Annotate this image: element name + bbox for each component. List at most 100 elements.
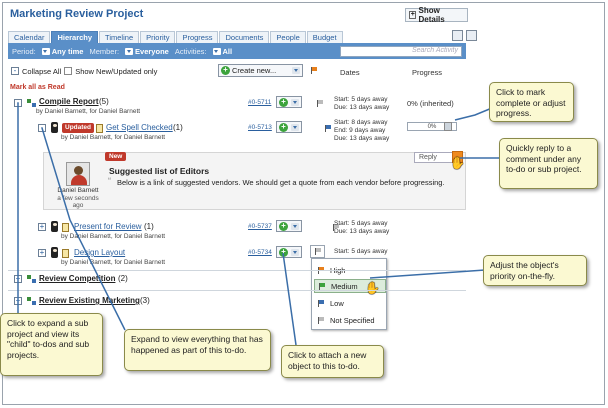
medium-flag-icon <box>319 282 325 290</box>
collapse-icon: - <box>11 67 19 75</box>
item-name[interactable]: Present for Review <box>74 222 142 231</box>
show-details-button[interactable]: + Show Details <box>405 6 468 24</box>
collapse-all-control[interactable]: - Collapse All Show New/Updated only <box>11 67 157 76</box>
tab-people[interactable]: People <box>270 31 306 43</box>
tab-progress[interactable]: Progress <box>176 31 219 43</box>
priority-flag-icon[interactable] <box>317 100 323 107</box>
add-icon: + <box>279 221 288 231</box>
item-name[interactable]: Compile Report <box>39 97 99 106</box>
item-progress: 0% (inherited) <box>407 99 454 108</box>
add-icon: + <box>279 122 288 132</box>
expand-toggle[interactable]: + <box>14 275 22 283</box>
member-select[interactable]: Everyone <box>125 47 169 56</box>
comment-body: Below is a link of suggested vendors. We… <box>117 178 445 187</box>
start-date: Start: 5 days away <box>334 96 388 103</box>
comment-time: a few seconds ago <box>57 195 99 209</box>
priority-flag-icon[interactable] <box>325 125 332 132</box>
person-icon <box>51 122 58 133</box>
item-id-link[interactable]: #0-5711 <box>248 99 271 106</box>
activities-value: All <box>222 46 233 56</box>
option-label: Low <box>330 298 344 308</box>
item-id-link[interactable]: #0-5737 <box>248 223 272 230</box>
tab-documents[interactable]: Documents <box>219 31 270 43</box>
mark-all-read-link[interactable]: Mark all as Read <box>10 84 65 91</box>
member-value: Everyone <box>135 46 169 56</box>
tab-calendar[interactable]: Calendar <box>8 31 51 43</box>
callout-progress: Click to mark complete or adjust progres… <box>489 82 574 122</box>
tab-budget[interactable]: Budget <box>306 31 343 43</box>
show-new-checkbox[interactable] <box>64 67 73 75</box>
priority-option-low[interactable]: Low <box>314 296 386 310</box>
expand-toggle[interactable]: + <box>14 297 22 305</box>
period-select[interactable]: Any time <box>41 46 84 56</box>
print-icon[interactable] <box>466 30 477 41</box>
page-title: Marketing Review Project <box>10 8 144 20</box>
view-icons <box>452 30 477 41</box>
item-dates: Start: 5 days away Due: 13 days away <box>334 220 389 236</box>
item-byline: by Daniel Barnett, for Daniel Barnett <box>61 259 166 266</box>
period-label: Period: <box>12 46 36 56</box>
item-count: (5) <box>99 97 109 106</box>
subproject-icon <box>27 297 36 305</box>
document-icon <box>62 223 69 232</box>
expand-toggle[interactable]: - <box>38 124 46 132</box>
attach-button[interactable]: + <box>276 220 302 232</box>
item-byline: by Daniel Barnett, for Daniel Barnett <box>61 134 166 141</box>
attach-button[interactable]: + <box>276 246 302 258</box>
add-icon: + <box>279 97 288 107</box>
attach-button[interactable]: + <box>276 96 302 108</box>
option-label: Not Specified <box>330 315 375 325</box>
expand-toggle[interactable]: - <box>14 99 22 107</box>
activities-select[interactable]: All <box>212 46 233 56</box>
period-value: Any time <box>51 46 84 56</box>
item-name[interactable]: Review Competition <box>39 274 115 283</box>
tab-timeline[interactable]: Timeline <box>99 31 140 43</box>
dropdown-arrow-icon <box>291 123 299 131</box>
person-icon <box>51 247 58 258</box>
tab-bar: Calendar Hierarchy Timeline Priority Pro… <box>8 31 343 43</box>
item-id-link[interactable]: #0-5734 <box>248 249 272 256</box>
list-toolbar: - Collapse All Show New/Updated only + C… <box>8 63 466 79</box>
priority-option-not-specified[interactable]: Not Specified <box>314 313 386 327</box>
progress-handle[interactable] <box>444 122 452 131</box>
dropdown-arrow-icon <box>41 47 50 55</box>
item-name[interactable]: Review Existing Marketing <box>39 296 140 305</box>
show-details-label: Show Details <box>418 6 445 24</box>
hand-cursor-icon: ✋ <box>450 156 465 170</box>
reply-input[interactable]: Reply <box>414 152 454 163</box>
dropdown-arrow-icon <box>291 98 299 106</box>
comment-subject: Suggested list of Editors <box>109 166 210 176</box>
subproject-icon <box>27 99 36 107</box>
progress-header: Progress <box>412 68 443 77</box>
expand-toggle[interactable]: + <box>38 223 46 231</box>
none-flag-icon <box>318 316 324 324</box>
activities-label: Activities: <box>174 46 207 56</box>
expand-toggle[interactable]: + <box>38 249 46 257</box>
dropdown-arrow-icon <box>292 67 300 74</box>
tab-priority[interactable]: Priority <box>140 31 176 43</box>
callout-expand-subproject: Click to expand a sub project and view i… <box>0 313 103 376</box>
fullscreen-icon[interactable] <box>452 30 463 41</box>
hand-cursor-icon: ✋ <box>365 281 380 295</box>
create-new-label: Create new... <box>232 66 277 75</box>
item-name[interactable]: Get Spell Checked <box>106 123 173 132</box>
dates-header: Dates <box>340 68 360 77</box>
attach-button[interactable]: + <box>276 121 302 133</box>
item-name[interactable]: Design Layout <box>74 248 125 257</box>
dropdown-arrow-icon <box>125 47 134 55</box>
search-input[interactable]: Search Activity <box>340 45 462 57</box>
item-id-link[interactable]: #0-5713 <box>248 124 272 131</box>
document-icon <box>62 249 69 258</box>
divider <box>8 270 466 271</box>
start-date: Start: 5 days away <box>334 248 388 255</box>
create-new-dropdown[interactable]: + Create new... <box>218 64 303 77</box>
start-date: Start: 8 days away <box>334 119 388 126</box>
tab-hierarchy[interactable]: Hierarchy <box>51 31 99 43</box>
new-badge: New <box>105 152 127 161</box>
priority-flag-icon <box>315 248 321 255</box>
item-count: (1) <box>144 222 154 231</box>
priority-picker[interactable] <box>310 245 325 258</box>
item-byline: by Daniel Barnett, for Daniel Barnett <box>61 233 166 240</box>
plus-box-icon: + <box>409 11 417 19</box>
dropdown-arrow-icon <box>212 47 221 55</box>
